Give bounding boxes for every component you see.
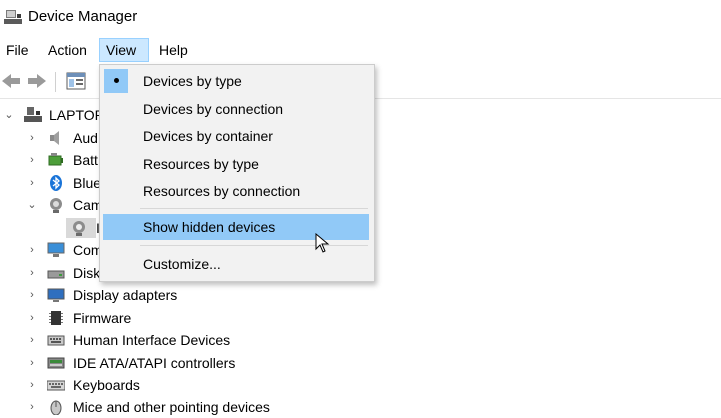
chip-icon (49, 311, 63, 325)
title-bar: Device Manager (0, 0, 721, 36)
menu-view[interactable]: View (99, 38, 149, 62)
chevron-right-icon[interactable]: › (26, 374, 38, 396)
chevron-down-icon[interactable]: ⌄ (3, 104, 15, 126)
mouse-icon (50, 400, 62, 415)
back-arrow-icon[interactable] (0, 70, 22, 92)
chevron-right-icon[interactable]: › (26, 127, 38, 149)
hid-icon (47, 335, 65, 346)
webcam-icon (73, 221, 85, 236)
chevron-right-icon[interactable]: › (26, 172, 38, 194)
menu-option-label: Customize... (143, 256, 221, 272)
menu-option-resources-by-type[interactable]: Resources by type (103, 151, 369, 177)
menu-action[interactable]: Action (42, 38, 93, 62)
chevron-right-icon[interactable]: › (26, 149, 38, 171)
tree-item-label: Keyboards (73, 377, 140, 393)
tree-item-batteries[interactable]: › Batt (0, 149, 100, 171)
menu-option-resources-by-connection[interactable]: Resources by connection (103, 178, 369, 204)
tree-item-mice[interactable]: › Mice and other pointing devices (0, 396, 300, 418)
tree-item-display-adapters[interactable]: › Display adapters (0, 284, 200, 306)
tree-item-hid[interactable]: › Human Interface Devices (0, 329, 240, 351)
tree-item-ide-controllers[interactable]: › IDE ATA/ATAPI controllers (0, 352, 240, 374)
chevron-right-icon[interactable]: › (26, 396, 38, 418)
radio-bullet-icon (104, 69, 128, 93)
menu-option-devices-by-container[interactable]: Devices by container (103, 123, 369, 149)
device-manager-icon (4, 10, 22, 24)
disk-icon (47, 270, 65, 279)
menu-option-devices-by-connection[interactable]: Devices by connection (103, 96, 369, 122)
display-adapter-icon (47, 288, 65, 302)
toolbar-separator (55, 72, 56, 92)
bluetooth-icon (50, 175, 62, 191)
menu-file[interactable]: File (0, 38, 35, 62)
tree-item-label: Disk (73, 265, 101, 281)
computer-icon (24, 107, 42, 122)
camera-icon (50, 198, 62, 213)
tree-item-disk-drives[interactable]: › Disk (0, 262, 100, 284)
tree-item-label: Mice and other pointing devices (73, 399, 270, 415)
properties-icon[interactable] (65, 70, 87, 92)
chevron-right-icon[interactable]: › (26, 307, 38, 329)
chevron-down-icon[interactable]: ⌄ (26, 194, 38, 216)
chevron-right-icon[interactable]: › (26, 284, 38, 306)
chevron-right-icon[interactable]: › (26, 239, 38, 261)
forward-arrow-icon[interactable] (26, 70, 48, 92)
tree-item-bluetooth[interactable]: › Blue (0, 172, 102, 194)
menu-separator (140, 208, 368, 209)
chevron-right-icon[interactable]: › (26, 329, 38, 351)
speaker-icon (50, 131, 59, 145)
tree-item-audio[interactable]: › Aud (0, 127, 100, 149)
tree-item-cameras[interactable]: ⌄ Cam (0, 194, 103, 216)
tree-item-label: Batt (73, 152, 98, 168)
chevron-right-icon[interactable]: › (26, 262, 38, 284)
menu-help[interactable]: Help (153, 38, 194, 62)
chevron-right-icon[interactable]: › (26, 352, 38, 374)
ide-icon (47, 357, 65, 369)
menu-option-label: Devices by container (143, 128, 273, 144)
tree-item-label: Blue (73, 175, 102, 191)
tree-item-label: Human Interface Devices (73, 332, 231, 348)
tree-item-label: IDE ATA/ATAPI controllers (73, 355, 236, 371)
tree-item-webcam[interactable]: I (0, 217, 100, 239)
battery-icon (48, 153, 63, 166)
view-menu-dropdown: Devices by type Devices by connection De… (99, 64, 375, 282)
menu-separator (140, 245, 368, 246)
tree-item-label: Display adapters (73, 287, 178, 303)
tree-item-firmware[interactable]: › Firmware (0, 307, 200, 329)
menu-option-label: Show hidden devices (143, 219, 276, 235)
tree-item-label: Aud (73, 130, 98, 146)
menu-bar: File Action View Help (0, 36, 721, 64)
menu-option-label: Devices by type (143, 73, 242, 89)
menu-option-label: Devices by connection (143, 101, 284, 117)
menu-option-label: Resources by connection (143, 183, 301, 199)
window-title: Device Manager (28, 8, 138, 25)
mouse-cursor-icon (315, 233, 330, 253)
menu-option-label: Resources by type (143, 156, 259, 172)
tree-item-keyboards[interactable]: › Keyboards (0, 374, 200, 396)
tree-item-label: Firmware (73, 310, 132, 326)
keyboard-icon (47, 380, 65, 391)
menu-option-customize[interactable]: Customize... (103, 251, 369, 277)
tree-item-computer[interactable]: › Com (0, 239, 102, 261)
monitor-icon (47, 242, 65, 257)
menu-option-devices-by-type[interactable]: Devices by type (103, 68, 369, 94)
